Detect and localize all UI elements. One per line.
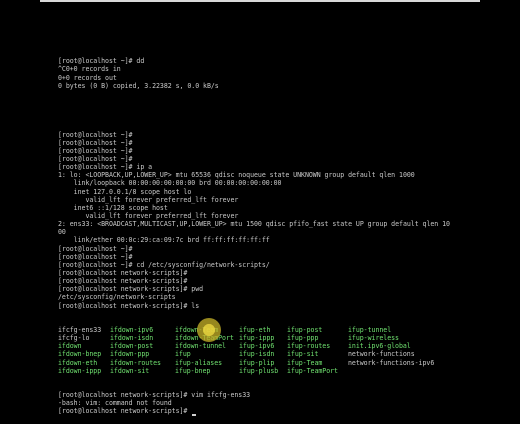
terminal-line: [root@localhost network-scripts]# vim if…: [58, 391, 251, 400]
file-entry: ifdown-bnep: [58, 350, 102, 359]
file-entry: ifdown-post: [110, 342, 154, 351]
terminal-line: 1: lo: <LOOPBACK,UP,LOWER_UP> mtu 65536 …: [58, 171, 415, 180]
file-entry: ifup-eth: [239, 326, 271, 335]
terminal-line: 0+0 records out: [58, 73, 117, 82]
file-entry: ifup-isdn: [239, 350, 275, 359]
file-entry: init.ipv6-global: [348, 342, 411, 351]
ls-row: ifdown-eth ifdown-routes ifup-aliases ifup-…: [58, 359, 498, 367]
file-entry: ifdown-eth: [58, 358, 98, 367]
file-entry: ifdown-isdn: [110, 334, 154, 343]
terminal-line: [root@localhost network-scripts]# ls: [58, 301, 200, 310]
terminal-line: [root@localhost network-scripts]#: [58, 407, 498, 416]
terminal-line: 2: ens33: <BROADCAST,MULTICAST,UP,LOWER_…: [58, 220, 450, 229]
terminal-line: [root@localhost ~]#: [58, 146, 133, 155]
file-entry: ifdown-routes: [110, 358, 161, 367]
terminal-line: [root@localhost ~]# cd /etc/sysconfig/ne…: [58, 260, 270, 269]
file-entry: ifdown-ipv6: [110, 326, 154, 335]
file-entry: ifdown-ippp: [58, 366, 102, 375]
terminal-line: [root@localhost ~]#: [58, 244, 133, 253]
file-entry: ifup-routes: [287, 342, 331, 351]
file-entry: ifup-tunnel: [348, 326, 392, 335]
file-entry: ifdown-ppp: [110, 350, 150, 359]
file-entry: ifup-ppp: [287, 334, 319, 343]
file-entry: [348, 367, 448, 375]
file-entry: ifcfg-lo: [58, 334, 90, 343]
terminal-line: [root@localhost network-scripts]#: [58, 269, 188, 278]
mouse-pointer-highlight: [197, 318, 221, 342]
terminal-line: valid_lft forever preferred_lft forever: [58, 195, 239, 204]
file-entry: ifup-sit: [287, 350, 319, 359]
file-entry: ifup-ippp: [239, 334, 275, 343]
file-entry: ifup: [175, 350, 191, 359]
terminal-line: [root@localhost ~]# dd: [58, 57, 145, 66]
ls-row: ifcfg-ens33ifdown-ipv6ifdown-Teamifup-et…: [58, 326, 498, 334]
terminal-line: [root@localhost ~]#: [58, 138, 133, 147]
file-entry: ifdown: [58, 342, 82, 351]
file-entry: ifup-aliases: [175, 358, 223, 367]
file-entry: ifup-post: [287, 326, 323, 335]
terminal-line: [root@localhost ~]# ip a: [58, 163, 153, 172]
file-entry: ifcfg-ens33: [58, 326, 102, 335]
file-entry: ifdown-sit: [110, 366, 150, 375]
ls-row: ifcfg-loifdown-isdnifdown-TeamPortifup-i…: [58, 334, 498, 342]
file-entry: ifup-Team: [287, 358, 323, 367]
terminal-line: 00: [58, 228, 66, 237]
top-bar: [40, 0, 480, 2]
terminal-line: [root@localhost network-scripts]#: [58, 277, 188, 286]
terminal-line: /etc/sysconfig/network-scripts: [58, 293, 176, 302]
file-entry: ifup-TeamPort: [287, 366, 338, 375]
terminal-line: [root@localhost ~]#: [58, 155, 133, 164]
ls-listing: ifcfg-ens33ifdown-ipv6ifdown-Teamifup-et…: [58, 326, 498, 375]
terminal-line: inet 127.0.0.1/8 scope host lo: [58, 187, 192, 196]
file-entry: ifup-plip: [239, 358, 275, 367]
file-entry: ifup-bnep: [175, 366, 211, 375]
terminal-line: ^C0+0 records in: [58, 65, 121, 74]
file-entry: network-functions: [348, 350, 415, 359]
ls-row: ifdown-ippp ifdown-sit ifup-bnep ifup-plusb…: [58, 367, 498, 375]
file-entry: ifup-plusb: [239, 366, 279, 375]
terminal-line: link/ether 00:0c:29:ca:09:7c brd ff:ff:f…: [58, 236, 270, 245]
ls-row: ifdown-bnep ifdown-ppp ifup ifup-isdn ifup-s…: [58, 350, 498, 358]
terminal-line: link/loopback 00:00:00:00:00:00 brd 00:0…: [58, 179, 282, 188]
terminal-line: 0 bytes (0 B) copied, 3.22382 s, 0.0 kB/…: [58, 81, 219, 90]
terminal-line: [root@localhost ~]#: [58, 130, 133, 139]
file-entry: ifdown-tunnel: [175, 342, 226, 351]
ls-row: ifdown ifdown-post ifdown-tunnel ifup-ipv6 i…: [58, 342, 498, 350]
file-entry: ifup-ipv6: [239, 342, 275, 351]
terminal-line: -bash: vim: command not found: [58, 399, 172, 408]
terminal-output[interactable]: [root@localhost ~]# dd ^C0+0 records in 0+…: [58, 41, 498, 424]
file-entry: ifup-wireless: [348, 334, 399, 343]
terminal-line: inet6 ::1/128 scope host: [58, 203, 168, 212]
terminal-line: [root@localhost network-scripts]# pwd: [58, 285, 204, 294]
file-entry: network-functions-ipv6: [348, 358, 435, 367]
terminal-line: [root@localhost ~]#: [58, 252, 133, 261]
text-cursor: [192, 413, 197, 416]
terminal-line: valid_lft forever preferred_lft forever: [58, 212, 239, 221]
